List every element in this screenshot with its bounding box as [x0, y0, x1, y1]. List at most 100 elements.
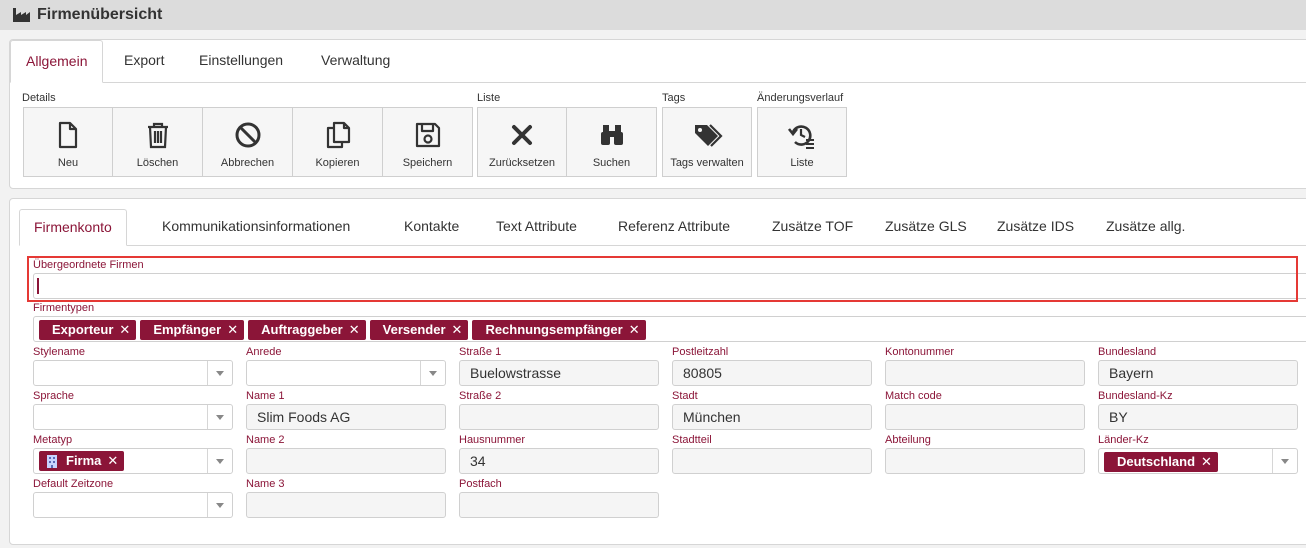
- chevron-down-icon[interactable]: [207, 361, 232, 385]
- tab-verwaltung[interactable]: Verwaltung: [306, 40, 405, 83]
- group-label-aenderungsverlauf: Änderungsverlauf: [757, 92, 844, 104]
- laender-kz-select[interactable]: Deutschland ✕: [1098, 448, 1298, 474]
- save-button[interactable]: Speichern: [382, 107, 473, 177]
- metatyp-label: Metatyp: [33, 434, 73, 446]
- delete-button-label: Löschen: [136, 157, 179, 169]
- remove-chip-icon[interactable]: ✕: [629, 320, 640, 340]
- anrede-select[interactable]: [246, 360, 446, 386]
- history-list-button-label: Liste: [790, 157, 814, 169]
- stylename-select[interactable]: [33, 360, 233, 386]
- group-label-details: Details: [22, 92, 56, 104]
- stadtteil-input[interactable]: [672, 448, 872, 474]
- tags-icon: [695, 124, 723, 147]
- tab-text-attribute[interactable]: Text Attribute: [482, 209, 591, 246]
- tab-firmenkonto[interactable]: Firmenkonto: [19, 209, 127, 246]
- chevron-down-icon[interactable]: [207, 449, 232, 473]
- sprache-label: Sprache: [33, 390, 74, 402]
- type-chip: Rechnungsempfänger ✕: [472, 320, 646, 340]
- ban-icon: [235, 122, 260, 148]
- name1-label: Name 1: [246, 390, 285, 402]
- tab-kommunikationsinformationen[interactable]: Kommunikationsinformationen: [148, 209, 364, 246]
- history-list-button[interactable]: Liste: [757, 107, 847, 177]
- bundesland-kz-label: Bundesland-Kz: [1098, 390, 1173, 402]
- zeitzone-select[interactable]: [33, 492, 233, 518]
- copy-button[interactable]: Kopieren: [292, 107, 383, 177]
- remove-chip-icon[interactable]: ✕: [107, 451, 118, 471]
- tab-zusaetze-allg[interactable]: Zusätze allg.: [1092, 209, 1199, 246]
- delete-button[interactable]: Löschen: [112, 107, 203, 177]
- chevron-down-icon[interactable]: [1272, 449, 1297, 473]
- close-icon: [512, 125, 532, 145]
- remove-chip-icon[interactable]: ✕: [1201, 452, 1212, 472]
- hausnummer-input[interactable]: 34: [459, 448, 659, 474]
- kontonummer-label: Kontonummer: [885, 346, 955, 358]
- bundesland-kz-input[interactable]: BY: [1098, 404, 1298, 430]
- tab-zusaetze-tof[interactable]: Zusätze TOF: [758, 209, 867, 246]
- name2-input[interactable]: [246, 448, 446, 474]
- tab-zusaetze-gls[interactable]: Zusätze GLS: [871, 209, 981, 246]
- metatyp-select[interactable]: Firma ✕: [33, 448, 233, 474]
- group-label-liste: Liste: [477, 92, 501, 104]
- match-code-input[interactable]: [885, 404, 1085, 430]
- cancel-button-label: Abbrechen: [220, 157, 275, 169]
- bundesland-label: Bundesland: [1098, 346, 1157, 358]
- sprache-select[interactable]: [33, 404, 233, 430]
- postfach-input[interactable]: [459, 492, 659, 518]
- page-title: Firmenübersicht: [37, 6, 163, 23]
- save-button-label: Speichern: [402, 157, 453, 169]
- tab-export[interactable]: Export: [109, 40, 179, 83]
- form-tabbar: Firmenkonto Kommunikationsinformationen …: [19, 209, 1306, 246]
- country-chip: Deutschland ✕: [1104, 452, 1218, 472]
- type-chip-label: Rechnungsempfänger: [485, 322, 623, 337]
- remove-chip-icon[interactable]: ✕: [119, 320, 130, 340]
- parent-companies-input[interactable]: [33, 273, 1306, 299]
- tab-allgemein[interactable]: Allgemein: [10, 40, 104, 83]
- remove-chip-icon[interactable]: ✕: [452, 320, 463, 340]
- manage-tags-button-label: Tags verwalten: [670, 157, 744, 169]
- tab-referenz-attribute[interactable]: Referenz Attribute: [604, 209, 744, 246]
- tab-einstellungen[interactable]: Einstellungen: [184, 40, 298, 83]
- cancel-button[interactable]: Abbrechen: [202, 107, 293, 177]
- company-types-input[interactable]: Exporteur ✕ Empfänger ✕ Auftraggeber ✕ Versend…: [33, 316, 1306, 342]
- chevron-down-icon[interactable]: [207, 405, 232, 429]
- tab-zusaetze-ids[interactable]: Zusätze IDS: [983, 209, 1088, 246]
- name3-input[interactable]: [246, 492, 446, 518]
- plz-label: Postleitzahl: [672, 346, 729, 358]
- plz-input[interactable]: 80805: [672, 360, 872, 386]
- remove-chip-icon[interactable]: ✕: [349, 320, 360, 340]
- tab-kontakte[interactable]: Kontakte: [390, 209, 473, 246]
- metatyp-chip: Firma ✕: [39, 451, 125, 471]
- bundesland-input[interactable]: Bayern: [1098, 360, 1298, 386]
- remove-chip-icon[interactable]: ✕: [227, 320, 238, 340]
- reset-button[interactable]: Zurücksetzen: [477, 107, 567, 177]
- stadtteil-label: Stadtteil: [672, 434, 712, 446]
- group-label-tags: Tags: [662, 92, 686, 104]
- country-chip-label: Deutschland: [1117, 454, 1196, 469]
- strasse2-input[interactable]: [459, 404, 659, 430]
- history-icon: [787, 125, 814, 149]
- metatyp-chip-label: Firma: [66, 453, 102, 468]
- search-button-label: Suchen: [592, 157, 631, 169]
- binoculars-icon: [600, 125, 623, 145]
- strasse1-label: Straße 1: [459, 346, 502, 358]
- name2-label: Name 2: [246, 434, 285, 446]
- stadt-input[interactable]: München: [672, 404, 872, 430]
- name1-input[interactable]: Slim Foods AG: [246, 404, 446, 430]
- type-chip-label: Auftraggeber: [261, 322, 343, 337]
- chevron-down-icon[interactable]: [420, 361, 445, 385]
- abteilung-input[interactable]: [885, 448, 1085, 474]
- manage-tags-button[interactable]: Tags verwalten: [662, 107, 752, 177]
- chevron-down-icon[interactable]: [207, 493, 232, 517]
- floppy-disk-icon: [415, 122, 440, 148]
- kontonummer-input[interactable]: [885, 360, 1085, 386]
- type-chip: Versender ✕: [369, 320, 469, 340]
- search-button[interactable]: Suchen: [566, 107, 657, 177]
- toolbar-panel: Allgemein Export Einstellungen Verwaltun…: [9, 39, 1306, 189]
- building-icon: [47, 454, 57, 468]
- new-button[interactable]: Neu: [23, 107, 113, 177]
- strasse1-input[interactable]: Buelowstrasse: [459, 360, 659, 386]
- top-tabbar: Allgemein Export Einstellungen Verwaltun…: [10, 40, 1306, 83]
- type-chip-label: Versender: [382, 322, 446, 337]
- new-button-label: Neu: [57, 157, 79, 169]
- postfach-label: Postfach: [459, 478, 502, 490]
